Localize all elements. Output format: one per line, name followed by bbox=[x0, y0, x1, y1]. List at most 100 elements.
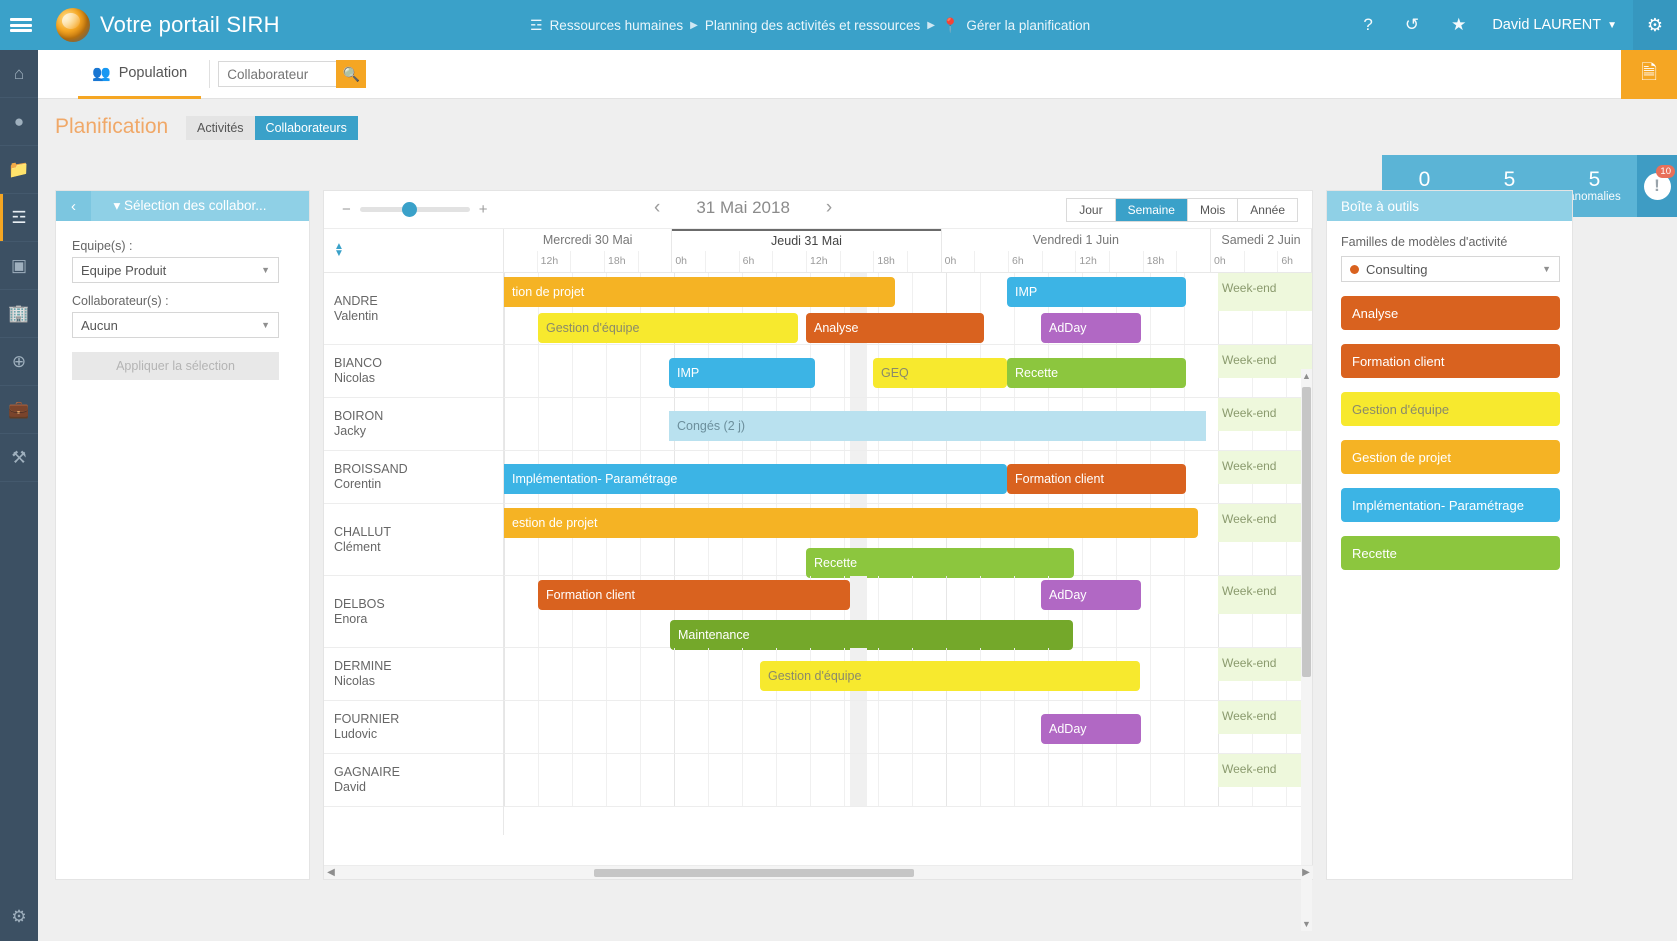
gantt-row[interactable]: Week-end IMP GEQ Recette bbox=[504, 345, 1312, 398]
activity-bar[interactable]: Formation client bbox=[538, 580, 850, 610]
gantt-horizontal-scrollbar[interactable]: ◀ ▶ bbox=[324, 865, 1313, 879]
rail-item-settings[interactable]: ⚙ bbox=[0, 893, 38, 941]
rail-item-briefcase[interactable]: 💼 bbox=[0, 386, 38, 434]
zoom-in-button[interactable]: + bbox=[479, 201, 488, 218]
gantt-vertical-scrollbar[interactable]: ▲ ▼ bbox=[1301, 369, 1312, 931]
collaborator-row[interactable]: DERMINE Nicolas bbox=[324, 648, 503, 701]
activity-template[interactable]: Implémentation- Paramétrage bbox=[1341, 488, 1560, 522]
user-menu[interactable]: David LAURENT bbox=[1482, 17, 1607, 33]
next-period-button[interactable]: › bbox=[826, 197, 832, 219]
family-select[interactable]: Consulting ▼ bbox=[1341, 256, 1560, 282]
activity-bar[interactable]: IMP bbox=[1007, 277, 1186, 307]
activity-bar[interactable]: Implémentation- Paramétrage bbox=[504, 464, 1007, 494]
rail-item-user[interactable]: ● bbox=[0, 98, 38, 146]
search-input[interactable] bbox=[218, 61, 337, 87]
document-search-icon[interactable]: 🗎 bbox=[1621, 50, 1677, 99]
gantt-row[interactable]: Week-end Formation client Maintenance AdDay bbox=[504, 576, 1312, 650]
breadcrumb-separator: ▶ bbox=[927, 19, 935, 31]
menu-toggle-button[interactable] bbox=[0, 0, 42, 50]
view-mois[interactable]: Mois bbox=[1188, 199, 1239, 221]
segment-activites[interactable]: Activités bbox=[186, 116, 255, 140]
weekend-block: Week-end bbox=[1218, 576, 1312, 614]
activity-template[interactable]: Analyse bbox=[1341, 296, 1560, 330]
rail-item-org-chart[interactable]: ☲ bbox=[0, 194, 38, 242]
gantt-row[interactable]: Week-end Implémentation- Paramétrage Forma… bbox=[504, 451, 1312, 504]
gantt-row[interactable]: Week-end bbox=[504, 754, 1312, 807]
collaborator-row[interactable]: CHALLUT Clément bbox=[324, 504, 503, 576]
breadcrumb-item-1[interactable]: Planning des activités et ressources bbox=[705, 18, 920, 33]
zoom-slider[interactable] bbox=[359, 202, 470, 217]
view-annee[interactable]: Année bbox=[1238, 199, 1297, 221]
help-icon[interactable]: ? bbox=[1347, 15, 1388, 35]
activity-bar[interactable]: tion de projet bbox=[504, 277, 895, 307]
activity-template[interactable]: Gestion d'équipe bbox=[1341, 392, 1560, 426]
scroll-right-arrow[interactable]: ▶ bbox=[1299, 866, 1313, 880]
view-semaine[interactable]: Semaine bbox=[1115, 199, 1188, 221]
collaborator-row[interactable]: BIANCO Nicolas bbox=[324, 345, 503, 398]
hour-ticks: 0h 6h 12h 18h bbox=[942, 251, 1210, 272]
gantt-row[interactable]: Week-end estion de projet Recette bbox=[504, 504, 1312, 578]
activity-bar[interactable]: AdDay bbox=[1041, 313, 1141, 343]
collaborator-row[interactable]: DELBOS Enora bbox=[324, 576, 503, 648]
rail-item-presentation[interactable]: ▣ bbox=[0, 242, 38, 290]
rail-item-folder[interactable]: 📁 bbox=[0, 146, 38, 194]
collaborateur-select[interactable]: Aucun ▼ bbox=[72, 312, 279, 338]
rail-item-add[interactable]: ⊕ bbox=[0, 338, 38, 386]
activity-bar[interactable]: GEQ bbox=[873, 358, 1007, 388]
breadcrumb-item-0[interactable]: Ressources humaines bbox=[550, 18, 684, 33]
chevron-down-icon[interactable]: ▼ bbox=[1607, 20, 1633, 31]
activity-bar[interactable]: AdDay bbox=[1041, 580, 1141, 610]
scroll-left-arrow[interactable]: ◀ bbox=[324, 866, 338, 880]
collaborator-row[interactable]: ANDRE Valentin bbox=[324, 273, 503, 345]
search-button[interactable]: 🔍 bbox=[336, 60, 367, 88]
gridline bbox=[776, 754, 777, 806]
alert-button[interactable]: ! 10 bbox=[1637, 155, 1677, 217]
activity-template[interactable]: Formation client bbox=[1341, 344, 1560, 378]
star-icon[interactable]: ★ bbox=[1435, 15, 1482, 35]
apply-selection-button[interactable]: Appliquer la sélection bbox=[72, 352, 279, 380]
activity-bar[interactable]: Recette bbox=[1007, 358, 1186, 388]
collaborator-name: DELBOS Enora bbox=[334, 596, 385, 626]
view-jour[interactable]: Jour bbox=[1067, 199, 1116, 221]
rail-item-home[interactable]: ⌂ bbox=[0, 50, 38, 98]
collaborator-row[interactable]: BOIRON Jacky bbox=[324, 398, 503, 451]
activity-bar[interactable]: estion de projet bbox=[504, 508, 1198, 538]
activity-bar[interactable]: Recette bbox=[806, 548, 1074, 578]
history-icon[interactable]: ↺ bbox=[1389, 15, 1435, 35]
row-gridlines bbox=[504, 754, 1312, 806]
activity-bar[interactable]: Analyse bbox=[806, 313, 984, 343]
gridline bbox=[1150, 754, 1151, 806]
collaborator-row[interactable]: FOURNIER Ludovic bbox=[324, 701, 503, 754]
gear-icon[interactable]: ⚙ bbox=[1633, 0, 1677, 50]
activity-bar[interactable]: Gestion d'équipe bbox=[760, 661, 1140, 691]
vertical-scroll-thumb[interactable] bbox=[1302, 387, 1311, 677]
segment-collaborateurs[interactable]: Collaborateurs bbox=[254, 116, 358, 140]
gantt-row[interactable]: Week-end Congés (2 j) bbox=[504, 398, 1312, 451]
activity-template[interactable]: Recette bbox=[1341, 536, 1560, 570]
rail-item-building[interactable]: 🏢 bbox=[0, 290, 38, 338]
activity-bar[interactable]: Maintenance bbox=[670, 620, 1073, 650]
activity-bar[interactable]: AdDay bbox=[1041, 714, 1141, 744]
sort-icon[interactable]: ▲ ▼ bbox=[334, 242, 344, 259]
gantt-row[interactable]: Week-end AdDay bbox=[504, 701, 1312, 754]
gridline bbox=[708, 754, 709, 806]
collaborator-row[interactable]: BROISSAND Corentin bbox=[324, 451, 503, 504]
leave-bar[interactable]: Congés (2 j) bbox=[669, 411, 1206, 441]
activity-bar[interactable]: Gestion d'équipe bbox=[538, 313, 798, 343]
rail-item-tools[interactable]: ⚒ bbox=[0, 434, 38, 482]
activity-bar[interactable]: IMP bbox=[669, 358, 815, 388]
collaborator-row[interactable]: GAGNAIRE David bbox=[324, 754, 503, 807]
zoom-out-button[interactable]: − bbox=[342, 201, 351, 218]
gantt-row[interactable]: Week-end tion de projet Gestion d'équipe An… bbox=[504, 273, 1312, 345]
gantt-row[interactable]: Week-end Gestion d'équipe bbox=[504, 648, 1312, 701]
activity-template[interactable]: Gestion de projet bbox=[1341, 440, 1560, 474]
collapse-panel-button[interactable]: ‹ bbox=[56, 191, 91, 221]
tab-population[interactable]: 👥 Population bbox=[78, 50, 202, 99]
scroll-up-arrow[interactable]: ▲ bbox=[1302, 369, 1311, 383]
scroll-down-arrow[interactable]: ▼ bbox=[1302, 917, 1311, 931]
activity-bar[interactable]: Formation client bbox=[1007, 464, 1186, 494]
horizontal-scroll-thumb[interactable] bbox=[594, 869, 914, 877]
zoom-slider-knob[interactable] bbox=[401, 202, 417, 217]
equipe-select[interactable]: Equipe Produit ▼ bbox=[72, 257, 279, 283]
previous-period-button[interactable]: ‹ bbox=[654, 197, 660, 219]
